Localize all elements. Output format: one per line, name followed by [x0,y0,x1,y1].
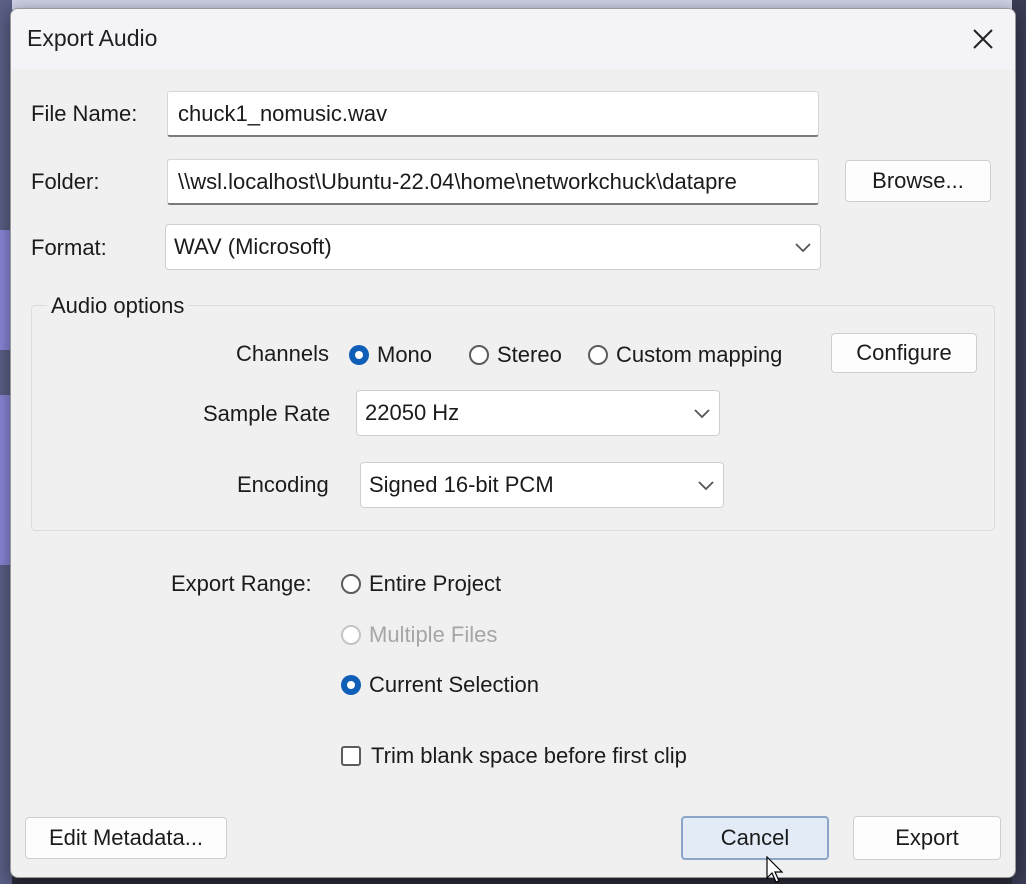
range-multiple-files-label: Multiple Files [369,622,498,647]
encoding-select[interactable]: Signed 16-bit PCM [360,462,724,508]
cancel-label: Cancel [720,825,790,850]
configure-button-label: Configure [856,340,952,365]
chevron-down-icon [694,409,710,419]
radio-disabled-icon [341,625,361,645]
checkbox-unchecked-icon [341,746,361,766]
export-button[interactable]: Export [853,816,1001,860]
encoding-label: Encoding [237,472,329,497]
export-label: Export [895,825,959,850]
close-icon [973,29,993,49]
format-value: WAV (Microsoft) [174,234,332,259]
chevron-down-icon [698,481,714,491]
cancel-button[interactable]: Cancel [681,816,829,860]
radio-unchecked-icon [341,574,361,594]
channel-custom-mapping-radio[interactable]: Custom mapping [588,342,782,368]
edit-metadata-button[interactable]: Edit Metadata... [25,817,227,859]
export-range-label: Export Range: [171,571,312,596]
radio-unchecked-icon [588,345,608,365]
encoding-value: Signed 16-bit PCM [369,472,554,497]
format-label: Format: [31,235,107,260]
folder-input[interactable]: \\wsl.localhost\Ubuntu-22.04\home\networ… [167,159,819,205]
configure-button[interactable]: Configure [831,333,977,373]
channel-stereo-radio[interactable]: Stereo [469,342,562,368]
channel-stereo-label: Stereo [497,342,562,367]
range-current-selection-label: Current Selection [369,672,539,697]
channel-mono-radio[interactable]: Mono [349,342,432,368]
folder-label: Folder: [31,169,100,194]
folder-value: \\wsl.localhost\Ubuntu-22.04\home\networ… [178,168,737,194]
format-select[interactable]: WAV (Microsoft) [165,224,821,270]
file-name-input[interactable]: chuck1_nomusic.wav [167,91,819,137]
channel-mono-label: Mono [377,342,433,367]
sample-rate-select[interactable]: 22050 Hz [356,390,720,436]
range-multiple-files-radio: Multiple Files [341,622,497,648]
dialog-title: Export Audio [27,25,158,51]
range-entire-project-radio[interactable]: Entire Project [341,571,501,597]
mouse-cursor-icon [766,856,784,883]
browse-button-label: Browse... [872,168,964,193]
file-name-label: File Name: [31,101,138,126]
sample-rate-label: Sample Rate [203,401,331,426]
range-current-selection-radio[interactable]: Current Selection [341,672,539,698]
chevron-down-icon [795,243,811,253]
trim-blank-space-checkbox[interactable]: Trim blank space before first clip [341,743,687,769]
edit-metadata-label: Edit Metadata... [48,825,204,850]
browse-button[interactable]: Browse... [845,160,991,202]
radio-unchecked-icon [469,345,489,365]
radio-checked-icon [349,345,369,365]
range-entire-project-label: Entire Project [369,571,502,596]
trim-blank-space-label: Trim blank space before first clip [371,743,687,768]
export-audio-dialog: Export Audio File Name: chuck1_nomusic.w… [10,8,1016,878]
close-button[interactable] [961,19,1005,59]
sample-rate-value: 22050 Hz [365,400,460,425]
channel-custom-mapping-label: Custom mapping [616,342,783,367]
title-bar: Export Audio [11,9,1015,69]
audio-options-title: Audio options [47,293,189,319]
file-name-value: chuck1_nomusic.wav [178,100,388,126]
radio-checked-icon [341,675,361,695]
channels-label: Channels [236,341,329,366]
